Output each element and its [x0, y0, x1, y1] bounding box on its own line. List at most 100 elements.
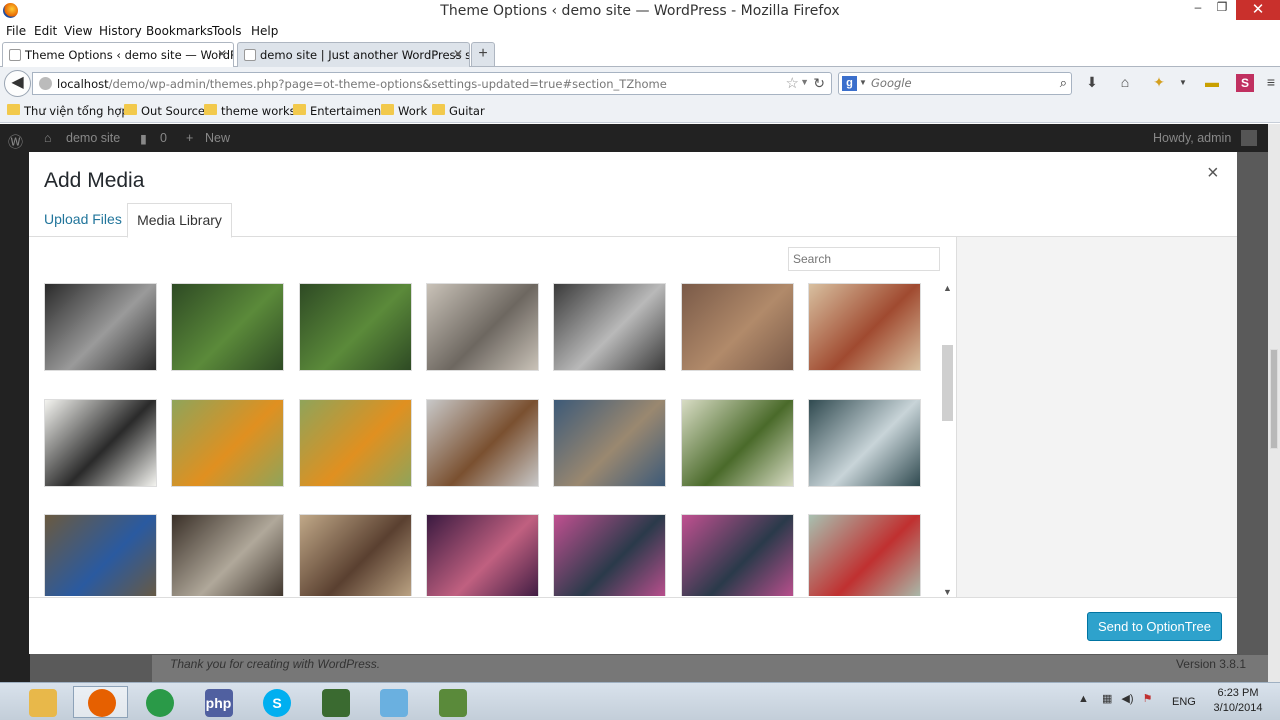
media-thumbnail-woman-pink-shirt-1[interactable] — [553, 514, 667, 596]
media-thumbnail-woman-window-bw[interactable] — [553, 283, 667, 371]
bookmark-folder[interactable]: Entertaiment — [293, 104, 386, 118]
taskbar-chrome[interactable] — [131, 686, 186, 718]
menu-edit[interactable]: Edit — [34, 24, 57, 38]
media-thumbnail-band-bw[interactable] — [44, 283, 157, 371]
media-thumbnail-kites-yellow-2[interactable] — [298, 398, 412, 487]
media-thumbnail-woman-pink-shirt-2[interactable] — [680, 514, 794, 596]
addon-icon[interactable]: ✦ — [1150, 74, 1168, 92]
page-icon — [244, 49, 256, 61]
tab-upload-files[interactable]: Upload Files — [44, 211, 122, 227]
bookmark-folder[interactable]: Thư viện tổng hợp — [7, 104, 129, 118]
system-tray[interactable]: ▲ ▦ ◀) ⚑ — [1078, 692, 1152, 705]
taskbar-php-designer[interactable]: php — [190, 686, 245, 718]
tab-close-icon[interactable]: ✕ — [217, 47, 227, 61]
howdy-link[interactable]: Howdy, admin — [1153, 131, 1231, 145]
download-icon[interactable]: ⬇ — [1083, 74, 1101, 92]
media-thumbnail-camera-tripod-2[interactable] — [298, 283, 412, 371]
media-thumbnail-feet-sandals[interactable] — [553, 398, 667, 487]
menu-history[interactable]: History — [99, 24, 142, 38]
add-media-modal: Add Media × Upload Files Media Library ▲… — [29, 152, 1237, 654]
bookmark-star-icon[interactable]: ☆ — [786, 74, 799, 92]
search-input[interactable] — [871, 76, 1041, 90]
back-button[interactable]: ◀ — [4, 70, 31, 97]
send-to-optiontree-button[interactable]: Send to OptionTree — [1087, 612, 1222, 641]
home-icon[interactable]: ⌂ — [1116, 74, 1134, 92]
media-thumbnail-photographer-street[interactable] — [171, 514, 285, 596]
url-bar[interactable]: localhost/demo/wp-admin/themes.php?page=… — [32, 72, 832, 95]
media-thumbnail-wall-target[interactable] — [807, 514, 921, 596]
chevron-down-icon[interactable]: ▼ — [1174, 78, 1192, 96]
tab-media-library[interactable]: Media Library — [127, 203, 232, 238]
search-icon[interactable]: ⌕ — [1060, 75, 1067, 91]
scrollbar-thumb[interactable] — [1270, 349, 1278, 449]
volume-icon[interactable]: ◀) — [1121, 693, 1133, 705]
tab-close-icon[interactable]: ✕ — [453, 47, 463, 61]
chevron-down-icon[interactable]: ▼ — [800, 77, 809, 87]
addon-s-icon[interactable]: S — [1236, 74, 1254, 92]
modal-toolbar — [29, 597, 1237, 654]
close-window-button[interactable]: ✕ — [1236, 0, 1280, 20]
scrollbar-thumb[interactable] — [942, 345, 953, 421]
network-icon[interactable]: ▦ — [1102, 693, 1112, 705]
taskbar-app-recorder[interactable] — [424, 686, 479, 718]
url-text[interactable]: localhost/demo/wp-admin/themes.php?page=… — [57, 77, 667, 91]
media-thumbnail-girl-bench[interactable] — [298, 514, 412, 596]
bookmark-folder[interactable]: Out Source — [124, 104, 205, 118]
language-indicator[interactable]: ENG — [1172, 696, 1196, 708]
google-icon[interactable]: g — [842, 76, 857, 91]
home-icon[interactable]: ⌂ — [44, 131, 52, 145]
bookmark-folder[interactable]: theme works — [204, 104, 296, 118]
menu-bookmarks[interactable]: Bookmarks — [146, 24, 213, 38]
clock[interactable]: 6:23 PM 3/10/2014 — [1202, 686, 1274, 716]
bookmark-folder[interactable]: Guitar — [432, 104, 485, 118]
maximize-button[interactable]: ❐ — [1208, 0, 1236, 20]
taskbar-app-green[interactable] — [307, 686, 362, 718]
folder-icon — [381, 104, 394, 115]
menu-file[interactable]: File — [6, 24, 26, 38]
new-tab-button[interactable]: + — [471, 42, 495, 67]
media-thumbnail-couple-beach[interactable] — [807, 283, 921, 371]
media-thumbnail-teapot-blue[interactable] — [44, 514, 157, 596]
chevron-down-icon[interactable]: ▼ — [859, 78, 867, 87]
media-thumbnail-cat-closeup[interactable] — [680, 283, 794, 371]
globe-icon — [39, 77, 52, 90]
search-bar[interactable]: g ▼ ⌕ — [838, 72, 1072, 95]
folder-icon — [124, 104, 137, 115]
media-thumbnail-pigeons[interactable] — [807, 398, 921, 487]
media-search-input[interactable] — [788, 247, 940, 271]
tab-demo-site[interactable]: demo site | Just another WordPress site … — [237, 42, 470, 67]
menu-help[interactable]: Help — [251, 24, 278, 38]
taskbar-file-explorer[interactable] — [14, 686, 69, 718]
taskbar-firefox[interactable] — [72, 686, 128, 718]
comments-count[interactable]: 0 — [160, 131, 167, 145]
flag-icon[interactable]: ⚑ — [1143, 693, 1153, 705]
site-name-link[interactable]: demo site — [66, 131, 120, 145]
media-thumbnail-woman-chair-paint[interactable] — [44, 398, 157, 487]
media-thumbnail-field-road[interactable] — [680, 398, 794, 487]
chevron-down-icon[interactable]: ▼ — [943, 587, 952, 597]
avatar[interactable] — [1241, 130, 1257, 146]
chevron-up-icon[interactable]: ▲ — [1078, 693, 1089, 705]
media-thumbnail-woman-brown-coat[interactable] — [425, 398, 539, 487]
window-title: Theme Options ‹ demo site — WordPress - … — [440, 3, 840, 19]
media-thumbnail-dancer-wall[interactable] — [425, 283, 539, 371]
reload-icon[interactable]: ↻ — [813, 75, 825, 92]
menu-tools[interactable]: Tools — [212, 24, 242, 38]
comment-icon[interactable]: ▮ — [140, 131, 147, 146]
media-thumbnail-kites-yellow-1[interactable] — [171, 398, 285, 487]
menu-icon[interactable]: ≡ — [1262, 74, 1280, 92]
wordpress-logo-icon[interactable]: Ⓦ — [8, 131, 23, 152]
menu-view[interactable]: View — [64, 24, 92, 38]
new-link[interactable]: New — [205, 131, 230, 145]
media-thumbnail-woman-portrait-purple[interactable] — [425, 514, 539, 596]
media-thumbnail-camera-tripod-1[interactable] — [171, 283, 285, 371]
taskbar-app-notepad[interactable] — [365, 686, 420, 718]
tab-theme-options[interactable]: Theme Options ‹ demo site — WordP... ✕ — [2, 42, 234, 67]
close-icon[interactable]: × — [1207, 162, 1219, 185]
bookmark-folder[interactable]: Work — [381, 104, 427, 118]
addon-card-icon[interactable]: ▬ — [1203, 74, 1221, 92]
media-grid-scrollbar[interactable]: ▲ ▼ — [940, 283, 954, 597]
taskbar-skype[interactable]: S — [248, 686, 303, 718]
chevron-up-icon[interactable]: ▲ — [943, 283, 952, 293]
page-scrollbar[interactable] — [1268, 124, 1280, 682]
